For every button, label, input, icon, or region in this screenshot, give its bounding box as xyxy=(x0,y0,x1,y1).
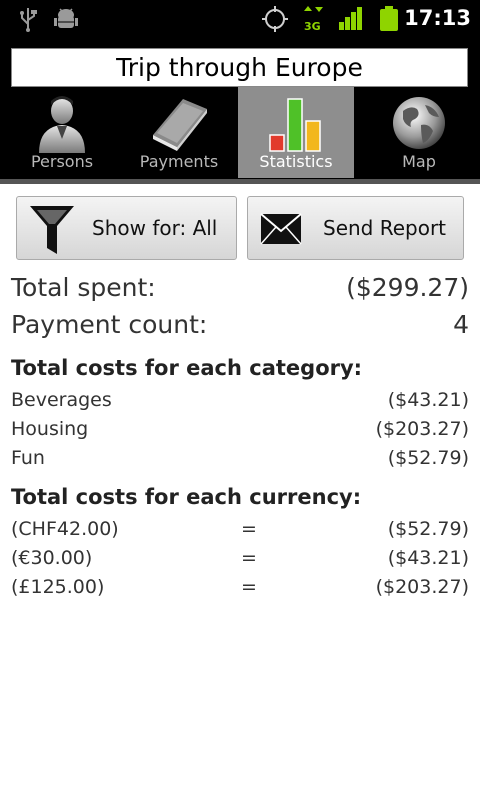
currency-original: (£125.00) xyxy=(11,576,105,598)
payment-count-value: 4 xyxy=(453,310,469,339)
category-name: Beverages xyxy=(11,389,112,411)
3g-data-icon: 3G xyxy=(303,6,325,36)
send-report-button-label: Send Report xyxy=(323,216,447,240)
filter-icon xyxy=(29,204,75,260)
svg-text:3G: 3G xyxy=(304,20,321,32)
send-report-button[interactable]: Send Report xyxy=(247,196,464,260)
list-item: Beverages ($43.21) xyxy=(11,389,469,411)
tab-statistics[interactable]: Statistics xyxy=(238,87,354,178)
total-spent-value: ($299.27) xyxy=(346,273,469,302)
tab-map-label: Map xyxy=(402,152,436,171)
list-item: (£125.00) = ($203.27) xyxy=(11,576,469,598)
currency-heading: Total costs for each currency: xyxy=(11,485,362,509)
payment-count-label: Payment count: xyxy=(11,310,208,339)
filter-button-label: Show for: All xyxy=(92,216,218,240)
filter-button[interactable]: Show for: All xyxy=(16,196,237,260)
category-value: ($43.21) xyxy=(387,389,469,411)
envelope-icon xyxy=(260,211,302,251)
payment-count-row: Payment count: 4 xyxy=(11,310,469,342)
category-value: ($52.79) xyxy=(387,447,469,469)
category-value: ($203.27) xyxy=(375,418,469,440)
trip-title: Trip through Europe xyxy=(11,48,468,87)
signal-icon xyxy=(338,6,364,36)
currency-value: ($203.27) xyxy=(375,576,469,598)
tab-persons-label: Persons xyxy=(30,152,94,171)
list-item: Housing ($203.27) xyxy=(11,418,469,440)
category-name: Fun xyxy=(11,447,45,469)
clock: 17:13 xyxy=(404,6,471,30)
equals-sign: = xyxy=(241,518,257,540)
total-spent-label: Total spent: xyxy=(11,273,156,302)
book-icon xyxy=(121,95,237,153)
bar-chart-icon xyxy=(238,95,354,153)
android-debug-icon xyxy=(54,6,78,36)
tab-statistics-label: Statistics xyxy=(259,152,333,171)
header-divider xyxy=(0,179,480,184)
currency-value: ($43.21) xyxy=(387,547,469,569)
person-icon xyxy=(4,95,120,153)
tab-persons[interactable]: Persons xyxy=(4,87,120,178)
category-name: Housing xyxy=(11,418,89,440)
currency-original: (CHF42.00) xyxy=(11,518,119,540)
globe-icon xyxy=(361,95,477,153)
status-bar: 3G 17:13 xyxy=(0,0,480,38)
tab-payments[interactable]: Payments xyxy=(121,87,237,178)
list-item: Fun ($52.79) xyxy=(11,447,469,469)
app-header: Trip through Europe Persons Payments Sta… xyxy=(0,38,480,184)
currency-value: ($52.79) xyxy=(387,518,469,540)
tab-map[interactable]: Map xyxy=(361,87,477,178)
category-heading: Total costs for each category: xyxy=(11,356,363,380)
battery-icon xyxy=(378,6,400,36)
list-item: (CHF42.00) = ($52.79) xyxy=(11,518,469,540)
total-spent-row: Total spent: ($299.27) xyxy=(11,273,469,305)
equals-sign: = xyxy=(241,576,257,598)
list-item: (€30.00) = ($43.21) xyxy=(11,547,469,569)
currency-original: (€30.00) xyxy=(11,547,93,569)
equals-sign: = xyxy=(241,547,257,569)
usb-icon xyxy=(18,6,38,36)
tab-payments-label: Payments xyxy=(139,152,219,171)
gps-icon xyxy=(261,6,289,36)
